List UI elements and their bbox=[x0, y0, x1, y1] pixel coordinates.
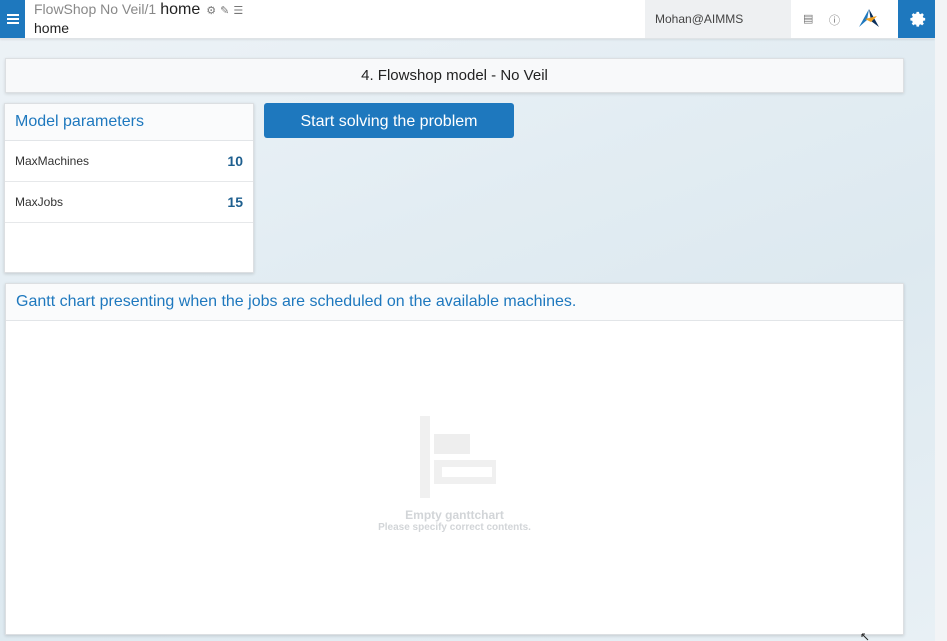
pencil-icon[interactable]: ✎ bbox=[220, 4, 229, 17]
gantt-chart-area[interactable]: Empty ganttchart Please specify correct … bbox=[6, 320, 903, 634]
info-icon[interactable]: ⓘ bbox=[829, 12, 840, 28]
page-name: home bbox=[160, 1, 201, 18]
app-path[interactable]: FlowShop No Veil/1 bbox=[34, 1, 156, 17]
param-row-maxjobs: MaxJobs 15 bbox=[5, 182, 253, 223]
param-label: MaxMachines bbox=[15, 154, 90, 168]
user-name[interactable]: Mohan@AIMMS bbox=[645, 0, 791, 38]
empty-gantt-title: Empty ganttchart bbox=[405, 508, 504, 522]
breadcrumb: FlowShop No Veil/1 home ⚙ ✎ ☰ bbox=[34, 1, 243, 19]
start-solving-button[interactable]: Start solving the problem bbox=[264, 103, 514, 138]
page-title: 4. Flowshop model - No Veil bbox=[5, 58, 904, 93]
gear-small-icon[interactable]: ⚙ bbox=[206, 4, 216, 17]
empty-gantt-subtitle: Please specify correct contents. bbox=[378, 522, 531, 533]
page-subtitle: home bbox=[34, 20, 70, 36]
param-row-maxmachines: MaxMachines 10 bbox=[5, 141, 253, 182]
param-label: MaxJobs bbox=[15, 195, 64, 209]
gantt-chart-heading: Gantt chart presenting when the jobs are… bbox=[6, 284, 903, 321]
settings-gear-icon bbox=[909, 11, 925, 27]
menu-button[interactable] bbox=[0, 0, 25, 38]
gantt-chart-widget: Gantt chart presenting when the jobs are… bbox=[5, 283, 904, 635]
mouse-cursor-icon bbox=[861, 633, 869, 641]
aimms-logo[interactable] bbox=[857, 8, 881, 33]
chat-icon[interactable]: ▤ bbox=[803, 12, 813, 25]
menu-icon bbox=[6, 12, 19, 26]
empty-gantt-icon bbox=[420, 416, 496, 498]
model-parameters-heading: Model parameters bbox=[5, 104, 253, 141]
list-icon[interactable]: ☰ bbox=[233, 4, 243, 17]
settings-button[interactable] bbox=[898, 0, 935, 38]
param-value-input[interactable]: 10 bbox=[227, 153, 243, 169]
model-parameters-widget: Model parameters MaxMachines 10 MaxJobs … bbox=[4, 103, 254, 273]
scrollbar-track[interactable] bbox=[935, 0, 947, 641]
param-value-input[interactable]: 15 bbox=[227, 194, 243, 210]
top-bar: FlowShop No Veil/1 home ⚙ ✎ ☰ home Mohan… bbox=[0, 0, 935, 39]
